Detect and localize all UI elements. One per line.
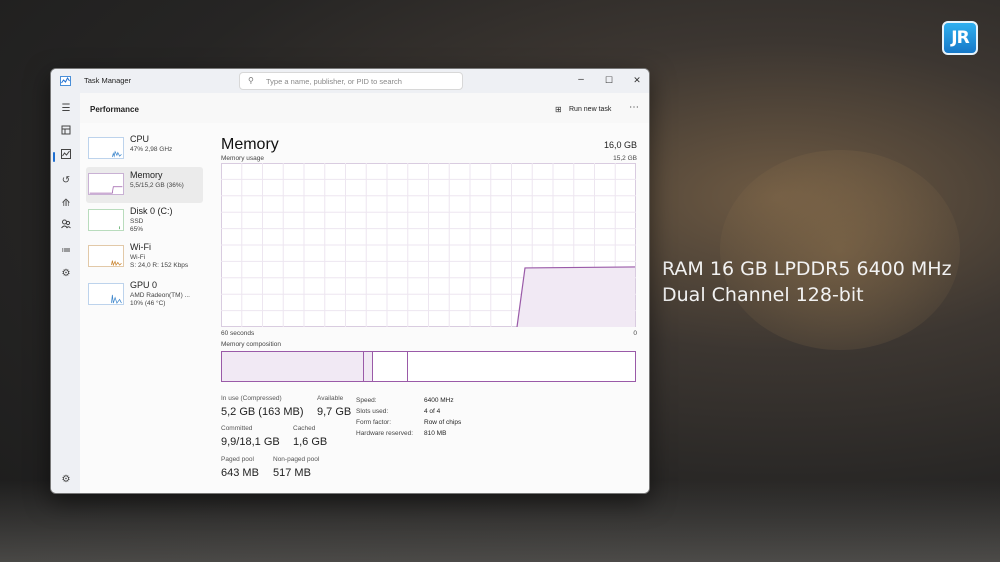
gpu-mini-graph bbox=[88, 283, 124, 305]
hamburger-icon[interactable]: ☰ bbox=[58, 101, 74, 117]
performance-header: Performance ⊞ Run new task ⋯ bbox=[80, 93, 649, 123]
page-title: Performance bbox=[90, 105, 139, 114]
tile-name: Disk 0 (C:) bbox=[130, 206, 173, 216]
tile-memory[interactable]: Memory 5,5/15,2 GB (36%) bbox=[86, 167, 203, 203]
tile-sub: SSD bbox=[130, 218, 144, 225]
speed-value: 6400 MHz bbox=[424, 397, 454, 404]
committed-label: Committed bbox=[221, 425, 253, 432]
composition-in-use bbox=[222, 352, 364, 381]
tile-name: CPU bbox=[130, 134, 150, 144]
in-use-label: In use (Compressed) bbox=[221, 395, 282, 402]
minimize-button[interactable]: – bbox=[573, 72, 589, 88]
performance-view: Performance ⊞ Run new task ⋯ CPU 47% 2,9… bbox=[80, 93, 649, 493]
caption-line-1: RAM 16 GB LPDDR5 6400 MHz bbox=[662, 258, 952, 280]
app-history-icon[interactable]: ↺ bbox=[58, 173, 74, 189]
speed-label: Speed: bbox=[356, 397, 377, 404]
axis-right-label: 0 bbox=[633, 330, 637, 337]
users-icon[interactable] bbox=[58, 219, 74, 235]
details-icon[interactable]: ≔ bbox=[58, 243, 74, 259]
close-button[interactable]: ✕ bbox=[629, 72, 645, 88]
caption-line-2: Dual Channel 128-bit bbox=[662, 284, 864, 306]
paged-pool-label: Paged pool bbox=[221, 456, 254, 463]
memory-composition-bar bbox=[221, 351, 636, 382]
cpu-mini-graph bbox=[88, 137, 124, 159]
memory-usage-label: Memory usage bbox=[221, 155, 264, 162]
memory-usage-max: 15,2 GB bbox=[613, 155, 637, 162]
form-factor-value: Row of chips bbox=[424, 419, 462, 426]
in-use-value: 5,2 GB (163 MB) bbox=[221, 406, 304, 418]
memory-mini-graph bbox=[88, 173, 124, 195]
cached-value: 1,6 GB bbox=[293, 436, 328, 448]
tile-name: Wi-Fi bbox=[130, 242, 151, 252]
tile-sub: S: 24,0 R: 152 Kbps bbox=[130, 262, 189, 269]
available-label: Available bbox=[317, 395, 344, 402]
memory-usage-graph bbox=[221, 163, 636, 327]
run-new-task-button[interactable]: Run new task bbox=[569, 106, 611, 113]
wifi-mini-graph bbox=[88, 245, 124, 267]
hardware-reserved-value: 810 MB bbox=[424, 430, 447, 437]
caption: RAM 16 GB LPDDR5 6400 MHz Dual Channel 1… bbox=[662, 256, 952, 308]
tile-cpu[interactable]: CPU 47% 2,98 GHz bbox=[86, 131, 203, 167]
tile-sub: 65% bbox=[130, 226, 144, 233]
slots-used-label: Slots used: bbox=[356, 408, 389, 415]
composition-standby bbox=[373, 352, 408, 381]
search-icon: ⚲ bbox=[248, 76, 254, 85]
settings-icon[interactable]: ⚙ bbox=[58, 472, 74, 488]
maximize-button[interactable]: ☐ bbox=[601, 72, 617, 88]
memory-total: 16,0 GB bbox=[603, 140, 637, 150]
jr-logo: JR bbox=[942, 21, 978, 55]
title-bar: Task Manager ⚲ Type a name, publisher, o… bbox=[51, 69, 649, 93]
background-blur-glow bbox=[720, 150, 960, 350]
axis-left-label: 60 seconds bbox=[221, 330, 255, 337]
startup-apps-icon[interactable]: ⟰ bbox=[58, 196, 74, 212]
composition-modified bbox=[364, 352, 373, 381]
tile-gpu[interactable]: GPU 0 AMD Radeon(TM) ... 10% (46 °C) bbox=[86, 277, 203, 313]
tile-sub: 5,5/15,2 GB (36%) bbox=[130, 182, 184, 189]
tile-sub: AMD Radeon(TM) ... bbox=[130, 292, 190, 299]
available-value: 9,7 GB bbox=[317, 406, 352, 418]
non-paged-pool-value: 517 MB bbox=[273, 467, 311, 479]
tile-sub: Wi-Fi bbox=[130, 254, 146, 261]
slots-used-value: 4 of 4 bbox=[424, 408, 441, 415]
tile-sub: 47% 2,98 GHz bbox=[130, 146, 173, 153]
task-manager-icon bbox=[60, 76, 71, 86]
processes-icon[interactable] bbox=[58, 125, 74, 141]
tile-name: Memory bbox=[130, 170, 163, 180]
tile-disk[interactable]: Disk 0 (C:) SSD 65% bbox=[86, 203, 203, 239]
services-icon[interactable]: ⚙ bbox=[58, 266, 74, 282]
non-paged-pool-label: Non-paged pool bbox=[273, 456, 320, 463]
performance-icon[interactable] bbox=[53, 149, 74, 165]
more-options-icon[interactable]: ⋯ bbox=[629, 102, 639, 113]
disk-mini-graph bbox=[88, 209, 124, 231]
memory-usage-area bbox=[517, 266, 635, 327]
run-task-icon: ⊞ bbox=[555, 105, 562, 114]
form-factor-label: Form factor: bbox=[356, 419, 392, 426]
tile-name: GPU 0 bbox=[130, 280, 158, 290]
memory-composition-label: Memory composition bbox=[221, 341, 281, 348]
task-manager-window: Task Manager ⚲ Type a name, publisher, o… bbox=[50, 68, 650, 494]
memory-title: Memory bbox=[221, 136, 279, 153]
search-placeholder: Type a name, publisher, or PID to search bbox=[266, 77, 402, 86]
sidebar: ☰ ↺ ⟰ ≔ ⚙ ⚙ bbox=[51, 93, 80, 493]
tile-wifi[interactable]: Wi-Fi Wi-Fi S: 24,0 R: 152 Kbps bbox=[86, 239, 203, 275]
hardware-reserved-label: Hardware reserved: bbox=[356, 430, 414, 437]
window-title: Task Manager bbox=[84, 76, 132, 85]
cached-label: Cached bbox=[293, 425, 316, 432]
committed-value: 9,9/18,1 GB bbox=[221, 436, 280, 448]
tile-sub: 10% (46 °C) bbox=[130, 300, 166, 307]
search-input[interactable]: ⚲ Type a name, publisher, or PID to sear… bbox=[239, 72, 463, 90]
paged-pool-value: 643 MB bbox=[221, 467, 259, 479]
